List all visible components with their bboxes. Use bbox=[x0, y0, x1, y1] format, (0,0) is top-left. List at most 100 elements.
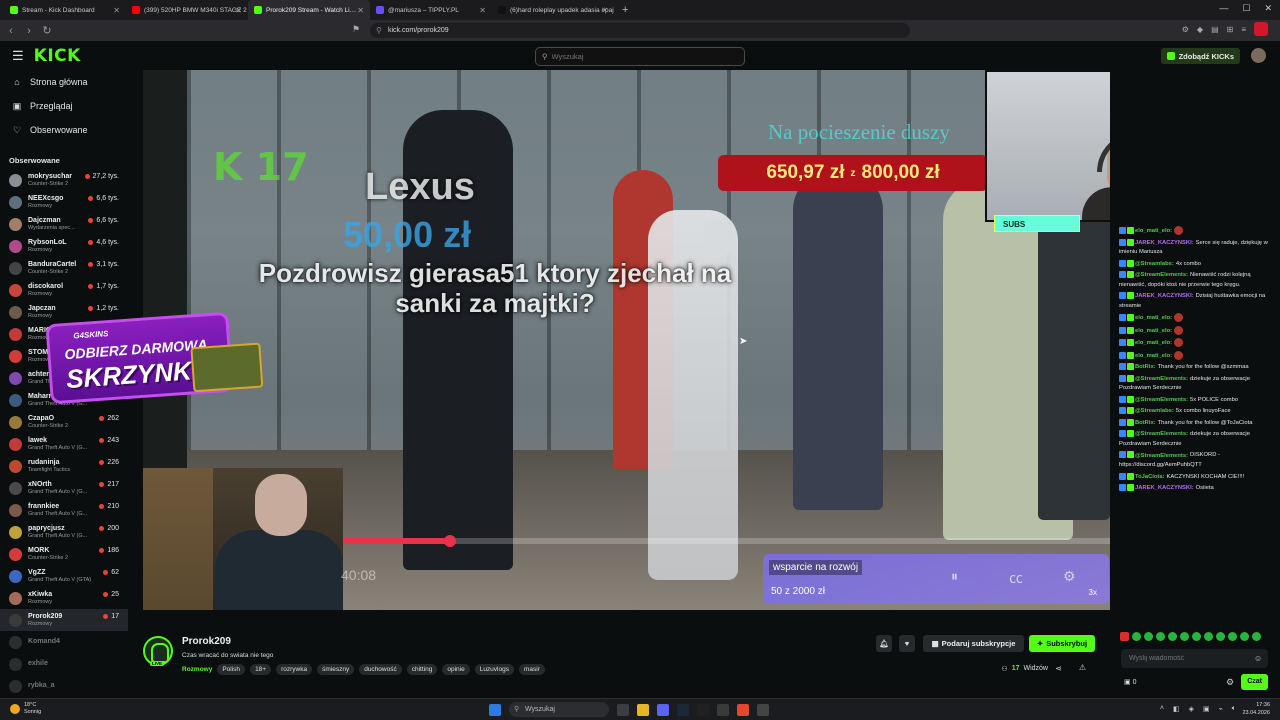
notification-bell-icon[interactable]: 🔔︎ bbox=[876, 635, 892, 652]
emoji-icon[interactable]: ☺ bbox=[1254, 654, 1262, 663]
kick-logo[interactable]: KICK bbox=[34, 46, 81, 66]
tab-close-icon[interactable]: ✕ bbox=[479, 6, 486, 15]
chat-username[interactable]: @Streamlabs: bbox=[1135, 408, 1174, 414]
browser-tab[interactable]: (6)hard roleplay upadek adasia #paja ✕ bbox=[492, 0, 614, 20]
emote-icon[interactable] bbox=[1144, 632, 1153, 641]
chat-username[interactable]: @StreamElements: bbox=[1135, 453, 1188, 459]
followed-channel[interactable]: rudaninja Teamfight Tactics 226 bbox=[0, 455, 128, 477]
obs-icon[interactable] bbox=[697, 703, 709, 716]
chat-username[interactable]: elo_mati_elo: bbox=[1135, 340, 1172, 346]
maximize-icon[interactable]: ☐ bbox=[1242, 3, 1250, 14]
followed-channel[interactable]: NEEXcsgo Rozmowy 6,6 tys. bbox=[0, 191, 128, 213]
chat-username[interactable]: elo_mati_elo: bbox=[1135, 328, 1172, 334]
followed-channel[interactable]: Komand4 bbox=[0, 631, 128, 653]
sidebar-nav-item[interactable]: ⌂ Strona główna bbox=[0, 70, 128, 94]
back-icon[interactable]: ‹ bbox=[4, 25, 18, 37]
subscribe-button[interactable]: ✦ Subskrybuj bbox=[1029, 635, 1095, 652]
tab-close-icon[interactable]: ✕ bbox=[235, 6, 242, 15]
followed-channel[interactable]: exhile bbox=[0, 653, 128, 675]
streamer-name[interactable]: Prorok209 bbox=[182, 636, 231, 647]
followed-channel[interactable]: MORK Counter-Strike 2 186 bbox=[0, 543, 128, 565]
stream-tag[interactable]: 18+ bbox=[250, 664, 272, 675]
chat-username[interactable]: BotRix: bbox=[1135, 364, 1156, 370]
followed-channel[interactable]: rybka_a bbox=[0, 675, 128, 697]
chat-input[interactable] bbox=[1129, 655, 1254, 662]
extension-icon[interactable]: ▤ bbox=[1211, 25, 1219, 36]
chat-settings-icon[interactable]: ⚙ bbox=[1226, 677, 1234, 688]
emote-icon[interactable] bbox=[1168, 632, 1177, 641]
emote-icon[interactable] bbox=[1180, 632, 1189, 641]
volume-icon[interactable]: 🔈︎ bbox=[1232, 705, 1236, 713]
followed-channel[interactable]: frannkiee Grand Theft Auto V (G... 210 bbox=[0, 499, 128, 521]
report-icon[interactable]: ⚠ bbox=[1079, 663, 1086, 672]
stream-tag[interactable]: opinie bbox=[442, 664, 470, 675]
gift-sub-button[interactable]: ▦ Podaruj subskrypcje bbox=[923, 635, 1024, 652]
tab-close-icon[interactable]: ✕ bbox=[601, 6, 608, 15]
extension-icon[interactable]: ⚙ bbox=[1182, 25, 1189, 36]
followed-channel[interactable]: VgZZ Grand Theft Auto V (GTA) 62 bbox=[0, 565, 128, 587]
tray-app-icon[interactable]: ▣ bbox=[1203, 705, 1210, 713]
user-avatar[interactable] bbox=[1251, 48, 1266, 63]
network-icon[interactable]: ⌁ bbox=[1219, 705, 1223, 713]
channel-points[interactable]: ▣ 0 bbox=[1124, 678, 1136, 686]
weather-widget[interactable]: 18°C Sonnig bbox=[10, 702, 41, 716]
followed-channel[interactable]: RybsonLoL Rozmowy 4,6 tys. bbox=[0, 235, 128, 257]
followed-channel[interactable]: paprycjusz Grand Theft Auto V (G... 200 bbox=[0, 521, 128, 543]
browser-tab[interactable]: Stream - Kick Dashboard ✕ bbox=[4, 0, 126, 20]
chat-username[interactable]: @StreamElements: bbox=[1135, 431, 1188, 437]
stream-tag[interactable]: Polish bbox=[217, 664, 246, 675]
windows-start-icon[interactable] bbox=[489, 703, 501, 716]
tab-close-icon[interactable]: ✕ bbox=[357, 6, 364, 15]
tray-app-icon[interactable]: ◧ bbox=[1173, 705, 1180, 713]
extension-icon[interactable]: ◆ bbox=[1197, 25, 1203, 36]
followed-channel[interactable]: BanduraCartel Counter-Strike 2 3,1 tys. bbox=[0, 257, 128, 279]
minimize-icon[interactable]: — bbox=[1219, 3, 1228, 14]
system-clock[interactable]: 17:36 23.04.2026 bbox=[1242, 701, 1270, 717]
video-progress-bar[interactable] bbox=[343, 535, 1110, 547]
chat-send-button[interactable]: Czat bbox=[1241, 674, 1268, 690]
sidebar-nav-item[interactable]: ▣ Przeglądaj bbox=[0, 94, 128, 118]
taskbar-search[interactable]: Wyszukaj bbox=[509, 702, 609, 717]
video-player[interactable]: K 17 Lexus 50,00 zł Pozdrowisz gierasa51… bbox=[143, 70, 1110, 610]
bookmark-icon[interactable]: ⚑ bbox=[352, 24, 360, 35]
browser-tab[interactable]: @mariusza – TIPPLY.PL ✕ bbox=[370, 0, 492, 20]
extension-icon[interactable]: ⊞ bbox=[1227, 25, 1234, 36]
stream-tag[interactable]: duchowość bbox=[359, 664, 402, 675]
chat-username[interactable]: @StreamElements: bbox=[1135, 397, 1188, 403]
chat-username[interactable]: elo_mati_elo: bbox=[1135, 228, 1172, 234]
search-input[interactable] bbox=[551, 52, 732, 61]
browser-tab[interactable]: (399) 520HP BMW M340i STAGE 2 //✕ bbox=[126, 0, 248, 20]
task-view-icon[interactable] bbox=[617, 703, 629, 716]
emote-icon[interactable] bbox=[1216, 632, 1225, 641]
emote-icon[interactable] bbox=[1156, 632, 1165, 641]
followed-channel[interactable]: xKiwka Rozmowy 25 bbox=[0, 587, 128, 609]
chat-input-box[interactable]: ☺ bbox=[1121, 649, 1268, 668]
emote-icon[interactable] bbox=[1192, 632, 1201, 641]
chat-username[interactable]: JAREK_KACZYNSKI: bbox=[1135, 485, 1194, 491]
forward-icon[interactable]: › bbox=[22, 25, 36, 37]
chat-username[interactable]: JAREK_KACZYNSKI: bbox=[1135, 293, 1194, 299]
stream-tag[interactable]: Luzuvlogs bbox=[474, 664, 514, 675]
share-icon[interactable]: ⋖ bbox=[1055, 664, 1062, 673]
followed-channel[interactable]: Prorok209 Rozmowy 17 bbox=[0, 609, 128, 631]
browser-tab[interactable]: Prorok209 Stream - Watch Li… ✕ bbox=[248, 0, 370, 20]
chat-username[interactable]: elo_mati_elo: bbox=[1135, 353, 1172, 359]
chat-username[interactable]: elo_mati_elo: bbox=[1135, 315, 1172, 321]
extension-badge-icon[interactable] bbox=[1254, 22, 1268, 36]
emote-icon[interactable] bbox=[1204, 632, 1213, 641]
followed-channel[interactable]: CzapaO Counter-Strike 2 262 bbox=[0, 411, 128, 433]
followed-channel[interactable]: mokrysuchar Counter-Strike 2 27,2 tys. bbox=[0, 169, 128, 191]
emote-icon[interactable] bbox=[1252, 632, 1261, 641]
stream-tag[interactable]: rozrywka bbox=[276, 664, 313, 675]
close-window-icon[interactable]: ✕ bbox=[1264, 3, 1272, 14]
sidebar-nav-item[interactable]: ♡ Obserwowane bbox=[0, 118, 128, 142]
emote-icon[interactable] bbox=[1120, 632, 1129, 641]
followed-channel[interactable]: Dajczman Wydarzenia spec... 6,6 tys. bbox=[0, 213, 128, 235]
chat-username[interactable]: ToJaCiota: bbox=[1135, 474, 1165, 480]
discord-icon[interactable] bbox=[657, 703, 669, 716]
emote-icon[interactable] bbox=[1240, 632, 1249, 641]
menu-icon[interactable]: ≡ bbox=[1241, 25, 1246, 36]
pause-icon[interactable]: ⏸ bbox=[951, 568, 958, 585]
app-icon[interactable] bbox=[757, 703, 769, 716]
stream-tag[interactable]: śmieszny bbox=[317, 664, 355, 675]
